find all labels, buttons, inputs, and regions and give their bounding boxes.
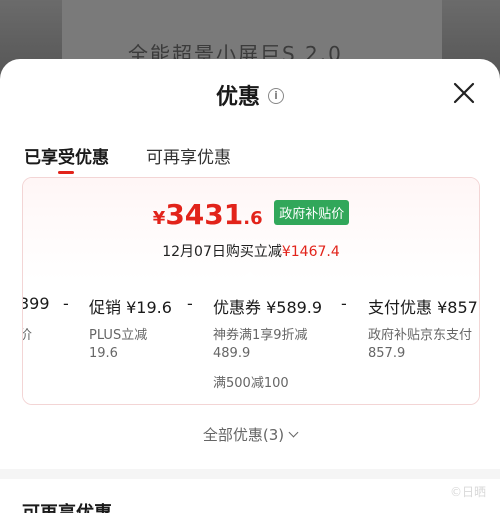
tab-enjoyed[interactable]: 已享受优惠	[24, 143, 109, 168]
minus-sign: -	[63, 294, 69, 313]
pointer-caret	[242, 272, 258, 280]
final-price: ¥3431.6	[152, 198, 263, 231]
section-divider	[0, 469, 500, 479]
watermark: ©日晒	[449, 485, 486, 499]
minus-sign: -	[187, 294, 193, 313]
savings-amount: ¥1467.4	[281, 244, 340, 260]
minus-sign: -	[341, 294, 347, 313]
tab-bar: 已享受优惠 可再享优惠	[0, 129, 500, 174]
discount-sheet: 优惠 i 已享受优惠 可再享优惠 ¥3431.6 政府补贴价 12月07日购买立减…	[0, 59, 500, 513]
tab-more-offers[interactable]: 可再享优惠	[146, 143, 231, 168]
info-icon[interactable]: i	[268, 88, 284, 104]
gov-subsidy-badge: 政府补贴价	[274, 200, 350, 225]
discount-breakdown[interactable]: 399 价 - 促销 ¥19.6 PLUS立减 19.6 - 优惠券 ¥589.…	[23, 280, 479, 404]
sheet-title: 优惠	[215, 85, 260, 110]
purchase-savings-line: 12月07日购买立减¥1467.4	[162, 244, 340, 260]
sheet-header: 优惠 i	[0, 59, 500, 129]
all-offers-label: 全部优惠(3)	[202, 426, 285, 444]
price-card: ¥3431.6 政府补贴价 12月07日购买立减¥1467.4 399 价 - …	[22, 177, 480, 405]
chevron-down-icon	[288, 427, 299, 438]
all-offers-toggle[interactable]: 全部优惠(3)	[0, 424, 500, 445]
more-offers-heading: 可再享优惠	[22, 499, 112, 513]
active-tab-indicator	[58, 171, 74, 174]
close-icon[interactable]	[452, 81, 476, 105]
price-summary: ¥3431.6 政府补贴价 12月07日购买立减¥1467.4	[23, 178, 479, 280]
